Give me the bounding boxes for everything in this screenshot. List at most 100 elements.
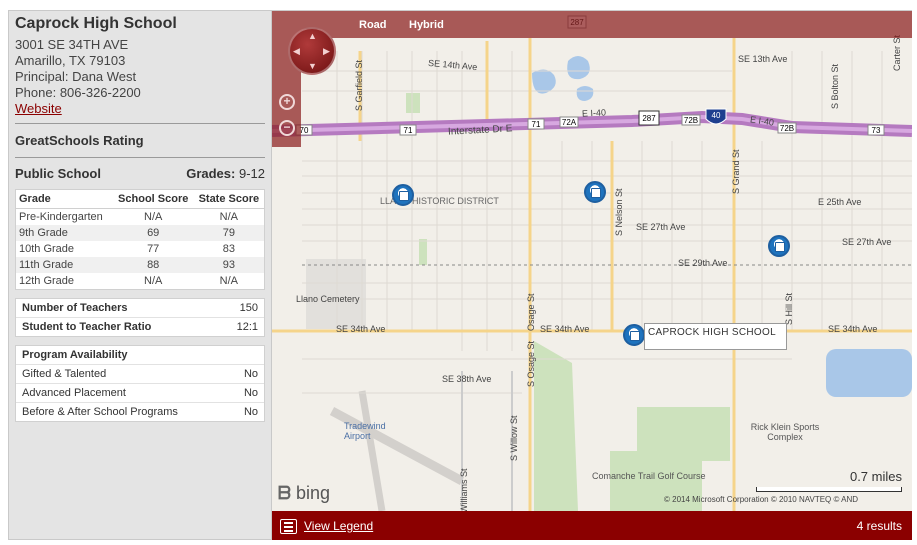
- table-row: Pre-Kindergarten N/A N/A: [16, 209, 265, 226]
- street-label: S Bolton St: [830, 63, 840, 109]
- tab-hybrid[interactable]: Hybrid: [409, 19, 444, 31]
- program-value: No: [243, 406, 258, 418]
- state-score-cell: N/A: [219, 275, 238, 287]
- map-canvas[interactable]: 70 71 71 72A 287 72B 40 72B 73 287: [272, 11, 912, 540]
- roads: [461, 371, 513, 511]
- school-pin[interactable]: [584, 181, 606, 203]
- public-school-row: Public School Grades: 9-12: [15, 166, 265, 181]
- map-top-bar: Road Hybrid: [272, 11, 912, 38]
- shield-label: 71: [532, 120, 541, 129]
- school-name: Caprock High School: [15, 15, 177, 32]
- area-label: Tradewind Airport: [344, 421, 386, 441]
- street-label: S Grand St: [731, 149, 741, 194]
- rating-title: GreatSchools Rating: [15, 133, 144, 148]
- lake: [576, 86, 594, 101]
- school-pin[interactable]: [392, 184, 414, 206]
- map-view[interactable]: 70 71 71 72A 287 72B 40 72B 73 287: [272, 10, 912, 540]
- programs-box: Program Availability Gifted & Talented N…: [15, 345, 265, 422]
- street-label: S Nelson St: [614, 188, 624, 236]
- street-label: S Osage St: [526, 340, 536, 387]
- program-label: Advanced Placement: [22, 387, 126, 399]
- table-row: 11th Grade 88 93: [15, 257, 265, 273]
- state-score-cell: 79: [193, 225, 265, 241]
- table-row: 12th Grade N/A N/A: [16, 273, 265, 290]
- street-label: SE 38th Ave: [442, 374, 492, 384]
- school-info-page: Caprock High School 3001 SE 34TH AVE Ama…: [0, 0, 917, 545]
- runway: [358, 390, 386, 512]
- street-grid: [302, 51, 912, 394]
- principal: Principal: Dana West: [15, 69, 137, 84]
- area-label: LLANO HISTORIC DISTRICT: [380, 196, 499, 206]
- street-label: SE 27th Ave: [842, 237, 892, 247]
- ratio-value: 12:1: [236, 321, 258, 333]
- zoom-out-icon[interactable]: −: [279, 120, 295, 136]
- legend-icon[interactable]: [280, 519, 297, 534]
- zoom-in-icon[interactable]: +: [279, 94, 295, 110]
- col-header-grade: Grade: [15, 189, 113, 209]
- lake: [532, 69, 556, 94]
- street-label: S Willow St: [509, 415, 519, 461]
- street-label: Williams St: [459, 468, 469, 514]
- col-header-school-score: School Score: [112, 189, 194, 209]
- program-row: Advanced Placement No: [16, 384, 264, 403]
- shield-label: 71: [404, 126, 413, 135]
- programs-title: Program Availability: [16, 346, 264, 365]
- grade-cell: 9th Grade: [15, 225, 113, 241]
- ratio-row: Student to Teacher Ratio 12:1: [16, 318, 264, 336]
- park: [419, 239, 427, 265]
- state-score-cell: 93: [193, 257, 265, 273]
- program-value: No: [243, 387, 258, 399]
- lake: [826, 349, 912, 397]
- grade-cell: 11th Grade: [15, 257, 113, 273]
- grade-cell: 12th Grade: [19, 275, 75, 287]
- program-label: Gifted & Talented: [22, 368, 107, 380]
- ratio-label: Student to Teacher Ratio: [22, 321, 152, 333]
- area-label: Rick Klein Sports Complex: [750, 422, 820, 442]
- school-pin-selected[interactable]: [623, 324, 645, 346]
- street-label: S Hill St: [784, 292, 794, 325]
- park: [534, 341, 578, 511]
- num-teachers-row: Number of Teachers 150: [16, 299, 264, 318]
- school-score-cell: N/A: [144, 211, 163, 223]
- num-teachers-label: Number of Teachers: [22, 302, 128, 314]
- results-count: 4 results: [856, 519, 902, 533]
- street-label: SE 34th Ave: [828, 324, 878, 334]
- state-score-cell: N/A: [219, 211, 238, 223]
- street-label: SE 34th Ave: [336, 324, 386, 334]
- park: [406, 93, 420, 113]
- school-score-cell: N/A: [144, 275, 163, 287]
- public-school-label: Public School: [15, 166, 101, 181]
- school-score-cell: 77: [147, 243, 160, 255]
- shield-label: 40: [712, 111, 721, 120]
- phone: Phone: 806-326-2200: [15, 85, 141, 100]
- website-link[interactable]: Website: [15, 101, 62, 116]
- map-callout[interactable]: CAPROCK HIGH SCHOOL: [644, 323, 787, 350]
- street-label: S Garfield St: [354, 59, 364, 111]
- street-label: SE 27th Ave: [636, 222, 686, 232]
- street-label: SE 34th Ave: [540, 324, 590, 334]
- compass-icon[interactable]: ▲ ▼ ◀ ▶: [288, 27, 336, 75]
- map-bottom-bar: View Legend 4 results: [272, 511, 912, 540]
- shield-label: 72A: [562, 118, 577, 127]
- table-row: 10th Grade 77 83: [16, 241, 265, 257]
- school-score-cell: 69: [112, 225, 194, 241]
- street-label: Osage St: [526, 293, 536, 331]
- tab-road[interactable]: Road: [359, 19, 387, 31]
- scores-table: Grade School Score State Score Pre-Kinde…: [15, 189, 265, 290]
- lake: [567, 56, 590, 80]
- program-row: Gifted & Talented No: [16, 365, 264, 384]
- school-pin[interactable]: [768, 235, 790, 257]
- address-line-1: 3001 SE 34TH AVE: [15, 37, 129, 52]
- area-label: Comanche Trail Golf Course: [592, 471, 706, 481]
- num-teachers-value: 150: [239, 302, 258, 314]
- shield-label: 72B: [684, 116, 698, 125]
- shield-label: 72B: [780, 124, 794, 133]
- view-legend-link[interactable]: View Legend: [304, 519, 373, 533]
- street-label: SE 29th Ave: [678, 258, 728, 268]
- copyright-text: © 2014 Microsoft Corporation © 2010 NAVT…: [664, 495, 859, 504]
- table-row: 9th Grade 69 79: [15, 225, 265, 241]
- divider: [15, 157, 265, 158]
- street-label: E 25th Ave: [818, 197, 862, 207]
- program-label: Before & After School Programs: [22, 406, 178, 418]
- grades-label: Grades:: [186, 166, 236, 181]
